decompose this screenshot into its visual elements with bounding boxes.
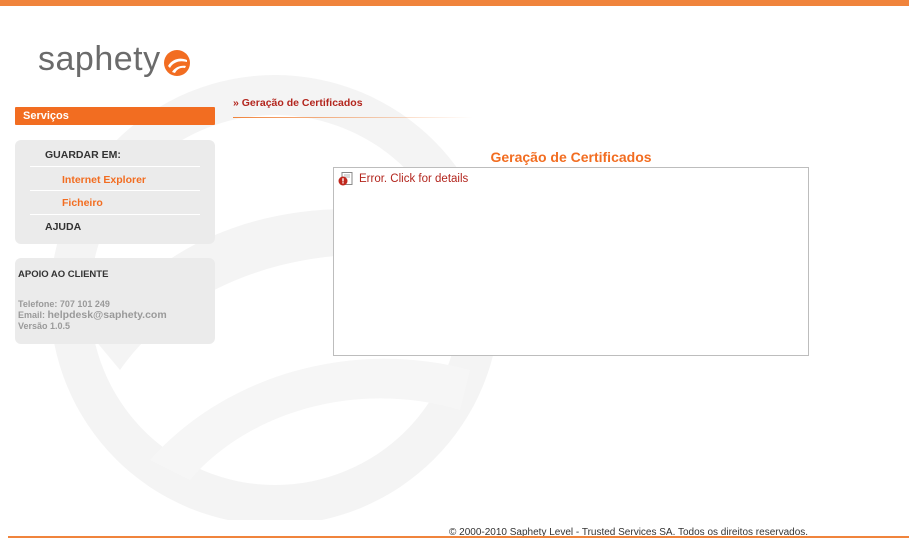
support-email-address: helpdesk@saphety.com — [47, 309, 167, 321]
logo-text: saphety — [38, 40, 161, 78]
certificate-content-frame: Error. Click for details — [333, 167, 809, 356]
support-phone: Telefone: 707 101 249 — [18, 299, 110, 309]
support-email: Email: helpdesk@saphety.com — [18, 309, 167, 321]
top-accent-bar — [0, 0, 909, 6]
error-details-link[interactable]: Error. Click for details — [338, 172, 468, 186]
menu-divider — [30, 190, 200, 191]
error-page-icon — [338, 172, 353, 186]
error-message: Error. Click for details — [359, 173, 469, 185]
menu-divider — [30, 166, 200, 167]
logo-mark-icon — [163, 49, 190, 76]
save-to-menu: GUARDAR EM: Internet Explorer Ficheiro A… — [15, 140, 215, 244]
app-version: Versão 1.0.5 — [18, 321, 71, 331]
services-tab[interactable]: Serviços — [15, 107, 215, 125]
menu-item-ajuda[interactable]: AJUDA — [15, 221, 215, 233]
page-title: Geração de Certificados — [490, 149, 652, 165]
menu-item-internet-explorer[interactable]: Internet Explorer — [15, 174, 215, 186]
breadcrumb-underline — [233, 117, 473, 118]
breadcrumb: » Geração de Certificados — [233, 97, 363, 109]
customer-support-panel: APOIO AO CLIENTE Telefone: 707 101 249 E… — [15, 258, 215, 344]
menu-divider — [30, 214, 200, 215]
support-email-prefix: Email: — [18, 310, 48, 320]
menu-item-ficheiro[interactable]: Ficheiro — [15, 197, 215, 209]
saphety-logo: saphety — [38, 40, 191, 79]
support-title: APOIO AO CLIENTE — [18, 269, 109, 280]
save-to-header: GUARDAR EM: — [45, 149, 121, 161]
